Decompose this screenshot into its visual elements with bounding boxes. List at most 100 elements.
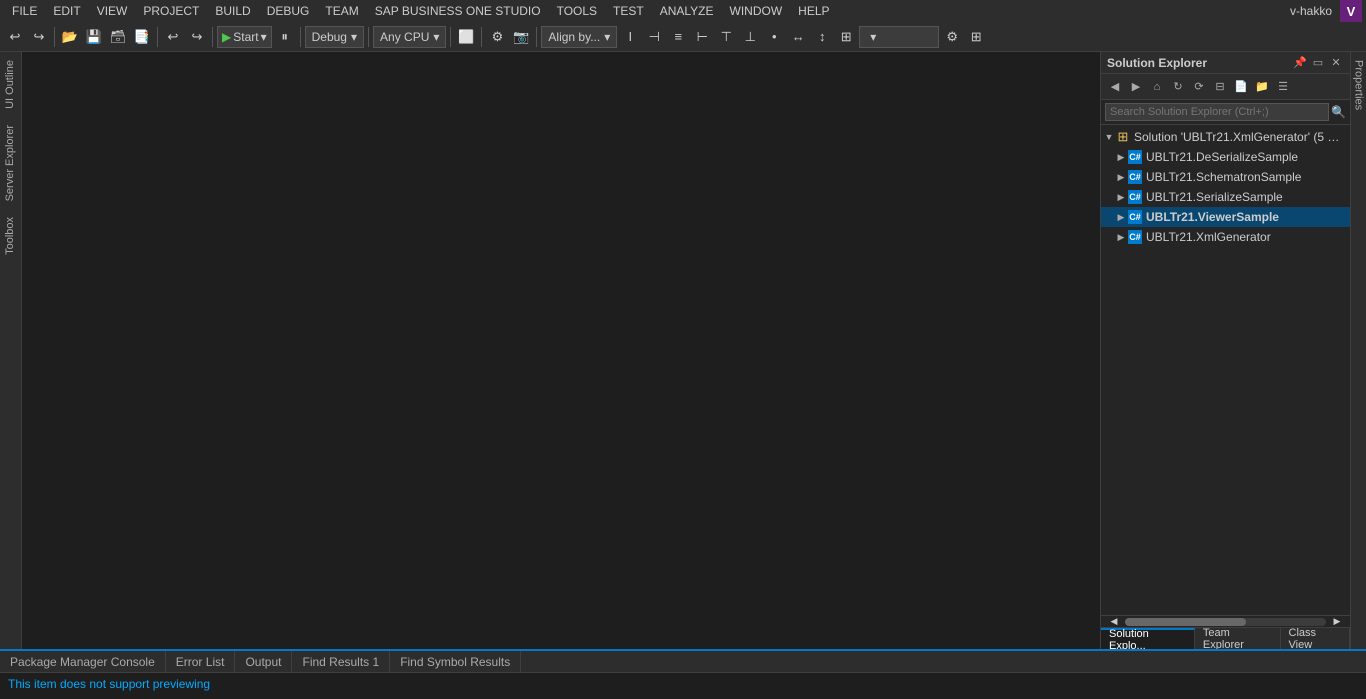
se-search-input[interactable] <box>1105 103 1329 121</box>
se-newdir-btn[interactable]: 📁 <box>1252 77 1272 97</box>
tree-item-xmlgen[interactable]: ▶ C# UBLTr21.XmlGenerator <box>1101 227 1350 247</box>
toolbar-settings-btn[interactable]: ⚙ <box>941 26 963 48</box>
toolbar-floppy-btn[interactable]: 📑 <box>131 26 153 48</box>
tab-error-list[interactable]: Error List <box>166 651 236 672</box>
toolbar-extra2-btn[interactable]: ⊞ <box>965 26 987 48</box>
tab-pm-label: Package Manager Console <box>10 655 155 669</box>
tree-item-viewer[interactable]: ▶ C# UBLTr21.ViewerSample <box>1101 207 1350 227</box>
tree-item-deserialize[interactable]: ▶ C# UBLTr21.DeSerializeSample <box>1101 147 1350 167</box>
toolbar-back-btn[interactable]: ↩ <box>4 26 26 48</box>
se-refresh-btn[interactable]: ↻ <box>1168 77 1188 97</box>
menu-help[interactable]: HELP <box>790 2 837 20</box>
toolbar-align2-btn[interactable]: I <box>619 26 641 48</box>
toolbar-debug-dropdown[interactable]: Debug ▾ <box>305 26 364 48</box>
cpu-label: Any CPU <box>380 30 429 44</box>
toolbar-align-dropdown[interactable]: Align by... ▾ <box>541 26 617 48</box>
solution-explorer-panel: Solution Explorer 📌 ▭ ✕ ◀ ▶ ⌂ ↻ ⟳ ⊟ 📄 📁 … <box>1100 52 1350 649</box>
toolbar-code-btn[interactable]: ⚙ <box>486 26 508 48</box>
menu-tools[interactable]: TOOLS <box>549 2 605 20</box>
extra-arrow: ▾ <box>870 30 876 44</box>
toolbar-pause-btn[interactable]: ⏸ <box>274 26 296 48</box>
se-filter-btn[interactable]: ☰ <box>1273 77 1293 97</box>
user-name: v-hakko <box>1290 4 1332 18</box>
tab-fr-label: Find Results 1 <box>302 655 379 669</box>
se-tab-solution-explorer[interactable]: Solution Explo... <box>1101 628 1195 649</box>
se-scrollbar[interactable]: ◀ ▶ <box>1101 615 1350 627</box>
toolbar-forward-btn[interactable]: ↪ <box>28 26 50 48</box>
toolbar-sep8 <box>536 27 537 47</box>
menu-team[interactable]: TEAM <box>317 2 366 20</box>
toolbar-cam-btn[interactable]: 📷 <box>510 26 532 48</box>
play-icon: ▶ <box>222 30 231 44</box>
tree-label-4: UBLTr21.XmlGenerator <box>1146 230 1271 244</box>
tree-item-serialize[interactable]: ▶ C# UBLTr21.SerializeSample <box>1101 187 1350 207</box>
se-tab-class-label: Class View <box>1289 627 1341 650</box>
menu-window[interactable]: WINDOW <box>722 2 791 20</box>
toolbar-top-btn[interactable]: ⊤ <box>715 26 737 48</box>
menu-test[interactable]: TEST <box>605 2 652 20</box>
cs-icon-3: C# <box>1127 209 1143 225</box>
toolbar-mid-btn[interactable]: ⊥ <box>739 26 761 48</box>
menu-build[interactable]: BUILD <box>207 2 258 20</box>
cpu-arrow: ▾ <box>433 30 439 44</box>
toolbar-wide-btn[interactable]: ↔ <box>787 26 809 48</box>
menu-project[interactable]: PROJECT <box>135 2 207 20</box>
toolbar-extra-dropdown[interactable]: ▾ <box>859 26 939 48</box>
se-pin-btn[interactable]: 📌 <box>1292 55 1308 71</box>
toolbar-redo-btn[interactable]: ↪ <box>186 26 208 48</box>
toolbar-tall-btn[interactable]: ↕ <box>811 26 833 48</box>
menu-file[interactable]: FILE <box>4 2 45 20</box>
bottom-panel: Package Manager Console Error List Outpu… <box>0 649 1366 699</box>
bottom-tabs: Package Manager Console Error List Outpu… <box>0 651 1366 673</box>
toolbar-sep1 <box>54 27 55 47</box>
se-forward-btn[interactable]: ▶ <box>1126 77 1146 97</box>
toolbar-right-btn[interactable]: ⊢ <box>691 26 713 48</box>
tab-fs-label: Find Symbol Results <box>400 655 510 669</box>
se-dock-btn[interactable]: ▭ <box>1310 55 1326 71</box>
toolbar-center-btn[interactable]: ≡ <box>667 26 689 48</box>
toolbar-bot-btn[interactable]: • <box>763 26 785 48</box>
se-sync-btn[interactable]: ⟳ <box>1189 77 1209 97</box>
se-back-btn[interactable]: ◀ <box>1105 77 1125 97</box>
tab-package-manager[interactable]: Package Manager Console <box>0 651 166 672</box>
tab-toolbox[interactable]: Toolbox <box>0 209 21 263</box>
tree-arrow-2: ▶ <box>1115 191 1127 203</box>
se-toolbar: ◀ ▶ ⌂ ↻ ⟳ ⊟ 📄 📁 ☰ <box>1101 74 1350 100</box>
menu-debug[interactable]: DEBUG <box>259 2 318 20</box>
toolbar-save-btn[interactable]: 💾 <box>83 26 105 48</box>
toolbar-window-btn[interactable]: ⬜ <box>455 26 477 48</box>
tree-item-schematron[interactable]: ▶ C# UBLTr21.SchematronSample <box>1101 167 1350 187</box>
toolbar-grid-btn[interactable]: ⊞ <box>835 26 857 48</box>
toolbar-undo-btn[interactable]: ↩ <box>162 26 184 48</box>
menu-analyze[interactable]: ANALYZE <box>652 2 722 20</box>
toolbar-sep4 <box>300 27 301 47</box>
tab-find-symbol[interactable]: Find Symbol Results <box>390 651 521 672</box>
tree-label-3: UBLTr21.ViewerSample <box>1146 210 1279 224</box>
toolbar-start-dropdown[interactable]: ▶ Start ▾ <box>217 26 272 48</box>
menu-right: v-hakko V <box>1290 0 1362 22</box>
properties-label[interactable]: Properties <box>1351 56 1366 114</box>
toolbar-cpu-dropdown[interactable]: Any CPU ▾ <box>373 26 446 48</box>
se-search-bar: 🔍 <box>1101 100 1350 125</box>
menu-sap[interactable]: SAP BUSINESS ONE STUDIO <box>367 2 549 20</box>
tab-find-results[interactable]: Find Results 1 <box>292 651 390 672</box>
se-scroll-track[interactable] <box>1125 618 1326 626</box>
toolbar-left-btn[interactable]: ⊣ <box>643 26 665 48</box>
tab-server-explorer[interactable]: Server Explorer <box>0 117 21 209</box>
tab-output[interactable]: Output <box>235 651 292 672</box>
tree-solution-root[interactable]: ▼ ⊞ Solution 'UBLTr21.XmlGenerator' (5 p… <box>1101 127 1350 147</box>
se-tab-class-view[interactable]: Class View <box>1281 628 1350 649</box>
se-newfile-btn[interactable]: 📄 <box>1231 77 1251 97</box>
se-scroll-thumb[interactable] <box>1125 618 1246 626</box>
cs-icon-1: C# <box>1127 169 1143 185</box>
se-home-btn[interactable]: ⌂ <box>1147 77 1167 97</box>
menu-edit[interactable]: EDIT <box>45 2 88 20</box>
se-collapse-btn[interactable]: ⊟ <box>1210 77 1230 97</box>
tab-ui-outline[interactable]: UI Outline <box>0 52 21 117</box>
align-label: Align by... <box>548 30 600 44</box>
se-close-btn[interactable]: ✕ <box>1328 55 1344 71</box>
menu-view[interactable]: VIEW <box>89 2 136 20</box>
toolbar-open-btn[interactable]: 📂 <box>59 26 81 48</box>
toolbar-save-all-btn[interactable]: 🗃 <box>107 26 129 48</box>
se-tab-team-explorer[interactable]: Team Explorer <box>1195 628 1281 649</box>
